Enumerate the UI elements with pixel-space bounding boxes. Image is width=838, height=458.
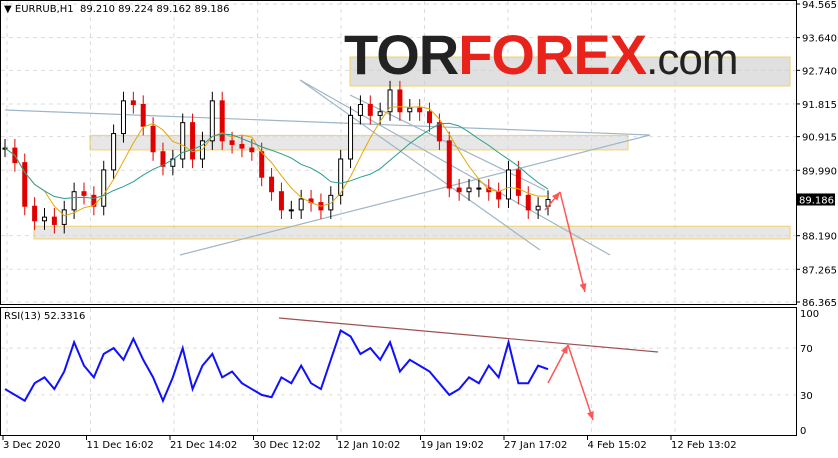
rsi-tick-label: 30 [800,391,813,402]
candle [120,100,126,135]
candle [81,191,87,196]
ma-slow-line [4,122,549,199]
logo-text-2: FOREX [458,23,647,86]
rsi-arrow-down-icon [567,344,594,421]
candle [348,114,354,160]
candle [466,187,472,193]
time-label: 27 Jan 17:02 [504,440,567,451]
rsi-arrow-down-icon-head [587,411,594,420]
candle [288,209,294,212]
symbol: EURRUB,H1 [14,4,74,15]
candle [32,205,38,222]
torforex-logo: TORFOREX.com [344,22,738,87]
candle [397,89,403,113]
candle [111,133,117,171]
trading-chart[interactable]: 94.565 93.640 92.740 91.815 90.915 89.990 88.1… [0,0,838,458]
price-tick-label: 91.815 [802,100,837,111]
candle [61,209,67,225]
time-label: 3 Dec 2020 [3,440,61,451]
candle [298,198,304,211]
price-tick-label: 94.565 [802,0,837,11]
logo-text-3: .com [646,35,738,84]
candle [476,187,482,190]
candle [535,205,541,211]
candle [387,89,393,113]
candle [71,191,77,211]
candle [130,100,136,105]
rsi-line [4,329,549,404]
candle [357,103,363,116]
candle [150,125,156,153]
candle [239,143,245,149]
time-label: 21 Dec 14:02 [170,440,237,451]
candle [41,216,47,222]
candle [140,103,146,127]
time-label: 12 Jan 10:02 [337,440,400,451]
rsi-tick-label: 100 [800,309,819,320]
candle [269,176,275,193]
candle [456,187,462,193]
candle [219,100,225,142]
logo-text-1: TOR [344,23,459,86]
time-label: 12 Feb 13:02 [671,440,737,451]
price-tick-label: 90.915 [802,133,837,144]
current-price-label: 89.186 [799,195,834,206]
time-label: 4 Feb 15:02 [588,440,647,451]
candle [436,122,442,142]
candle [249,147,255,153]
symbol-header: ▼ EURRUB,H1 89.210 89.224 89.162 89.186 [4,4,230,15]
candle [259,151,265,178]
price-tick-label: 86.365 [802,298,837,309]
support-zone [89,134,629,151]
rsi-tick-label: 70 [800,344,813,355]
candle [278,191,284,211]
price-tick-label: 92.740 [802,66,837,77]
time-label: 19 Jan 19:02 [421,440,484,451]
price-tick-label: 93.640 [802,34,837,45]
rsi-tick-label: 0 [800,426,806,437]
arrow-down-icon [559,191,586,293]
candle [427,111,433,124]
candle [51,216,57,225]
rsi-label: RSI(13) 52.3316 [4,311,86,322]
candle [496,191,502,200]
price-tick-label: 88.190 [802,232,837,243]
price-tick-label: 87.265 [802,265,837,276]
candle [101,169,107,207]
candle [377,111,383,116]
candle [417,107,423,113]
trend-line [4,109,651,136]
time-label: 11 Dec 16:02 [87,440,154,451]
candle [525,194,531,211]
candle [506,169,512,200]
time-label: 30 Dec 12:02 [254,440,321,451]
candle [407,107,413,113]
candle [515,169,521,196]
ohlc-values: 89.210 89.224 89.162 89.186 [80,4,230,15]
candle [367,103,373,116]
support-zone [33,225,791,240]
price-tick-label: 89.990 [802,166,837,177]
candle [446,140,452,189]
candle [229,140,235,145]
ma-fast-line [4,106,549,217]
rsi-panel-frame [0,307,797,436]
candle [209,100,215,142]
candle [190,122,196,160]
